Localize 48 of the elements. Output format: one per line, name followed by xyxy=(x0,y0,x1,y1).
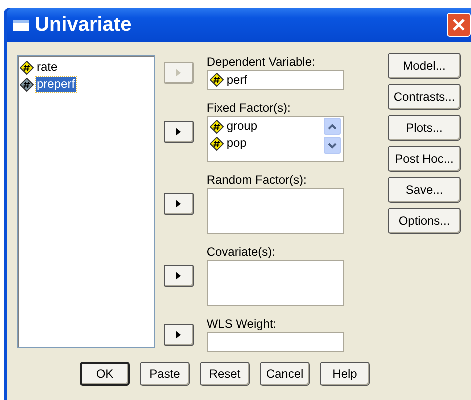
arrow-icon xyxy=(176,128,182,136)
variable-name[interactable]: perf xyxy=(226,72,249,88)
window-title: Univariate xyxy=(35,13,132,38)
dialog-button[interactable]: Plots... xyxy=(388,115,461,141)
variable-name[interactable]: preperf xyxy=(36,77,76,92)
move-button[interactable] xyxy=(164,264,194,286)
close-button[interactable] xyxy=(447,13,471,37)
diamond-icon xyxy=(210,120,224,134)
field-label: Dependent Variable: xyxy=(206,55,316,70)
dialog-button[interactable]: Reset xyxy=(200,362,250,386)
dialog-button[interactable]: Model... xyxy=(388,53,461,79)
scroll-up-button[interactable] xyxy=(324,118,341,135)
dialog-button[interactable]: OK xyxy=(80,362,130,386)
variable-list[interactable] xyxy=(206,188,344,234)
variable-field[interactable]: perf xyxy=(206,70,344,90)
chevron-down-icon xyxy=(328,142,337,148)
field-label: Fixed Factor(s): xyxy=(206,101,292,116)
variable-field[interactable] xyxy=(206,332,344,352)
variable-list[interactable]: group pop xyxy=(206,116,344,162)
move-button[interactable] xyxy=(164,324,194,346)
variable-name[interactable]: rate xyxy=(36,60,59,75)
window-icon xyxy=(13,20,29,30)
arrow-icon xyxy=(176,68,182,76)
dialog-button[interactable]: Save... xyxy=(388,177,461,203)
scroll-down-button[interactable] xyxy=(324,137,341,154)
close-icon xyxy=(452,18,466,32)
arrow-icon xyxy=(176,272,182,280)
diamond-icon xyxy=(210,136,224,150)
field-label: Random Factor(s): xyxy=(206,173,308,188)
diamond-icon xyxy=(20,60,34,74)
variable-name[interactable]: pop xyxy=(226,136,248,151)
diamond-icon xyxy=(20,78,34,92)
dialog-button[interactable]: Contrasts... xyxy=(388,84,461,110)
dialog-button[interactable]: Paste xyxy=(140,362,190,386)
field-label: Covariate(s): xyxy=(206,245,277,260)
arrow-icon xyxy=(176,200,182,208)
arrow-icon xyxy=(176,330,182,338)
move-button[interactable] xyxy=(164,120,194,142)
diamond-icon xyxy=(210,73,224,87)
dialog-button[interactable]: Help xyxy=(320,362,370,386)
move-button[interactable] xyxy=(164,192,194,214)
chevron-up-icon xyxy=(328,124,337,130)
dialog-button[interactable]: Post Hoc... xyxy=(388,146,461,172)
variable-name[interactable]: group xyxy=(226,119,259,134)
dialog-button[interactable]: Options... xyxy=(388,208,461,234)
dialog-button[interactable]: Cancel xyxy=(260,362,310,386)
variable-list[interactable] xyxy=(206,260,344,306)
field-label: WLS Weight: xyxy=(206,317,278,332)
